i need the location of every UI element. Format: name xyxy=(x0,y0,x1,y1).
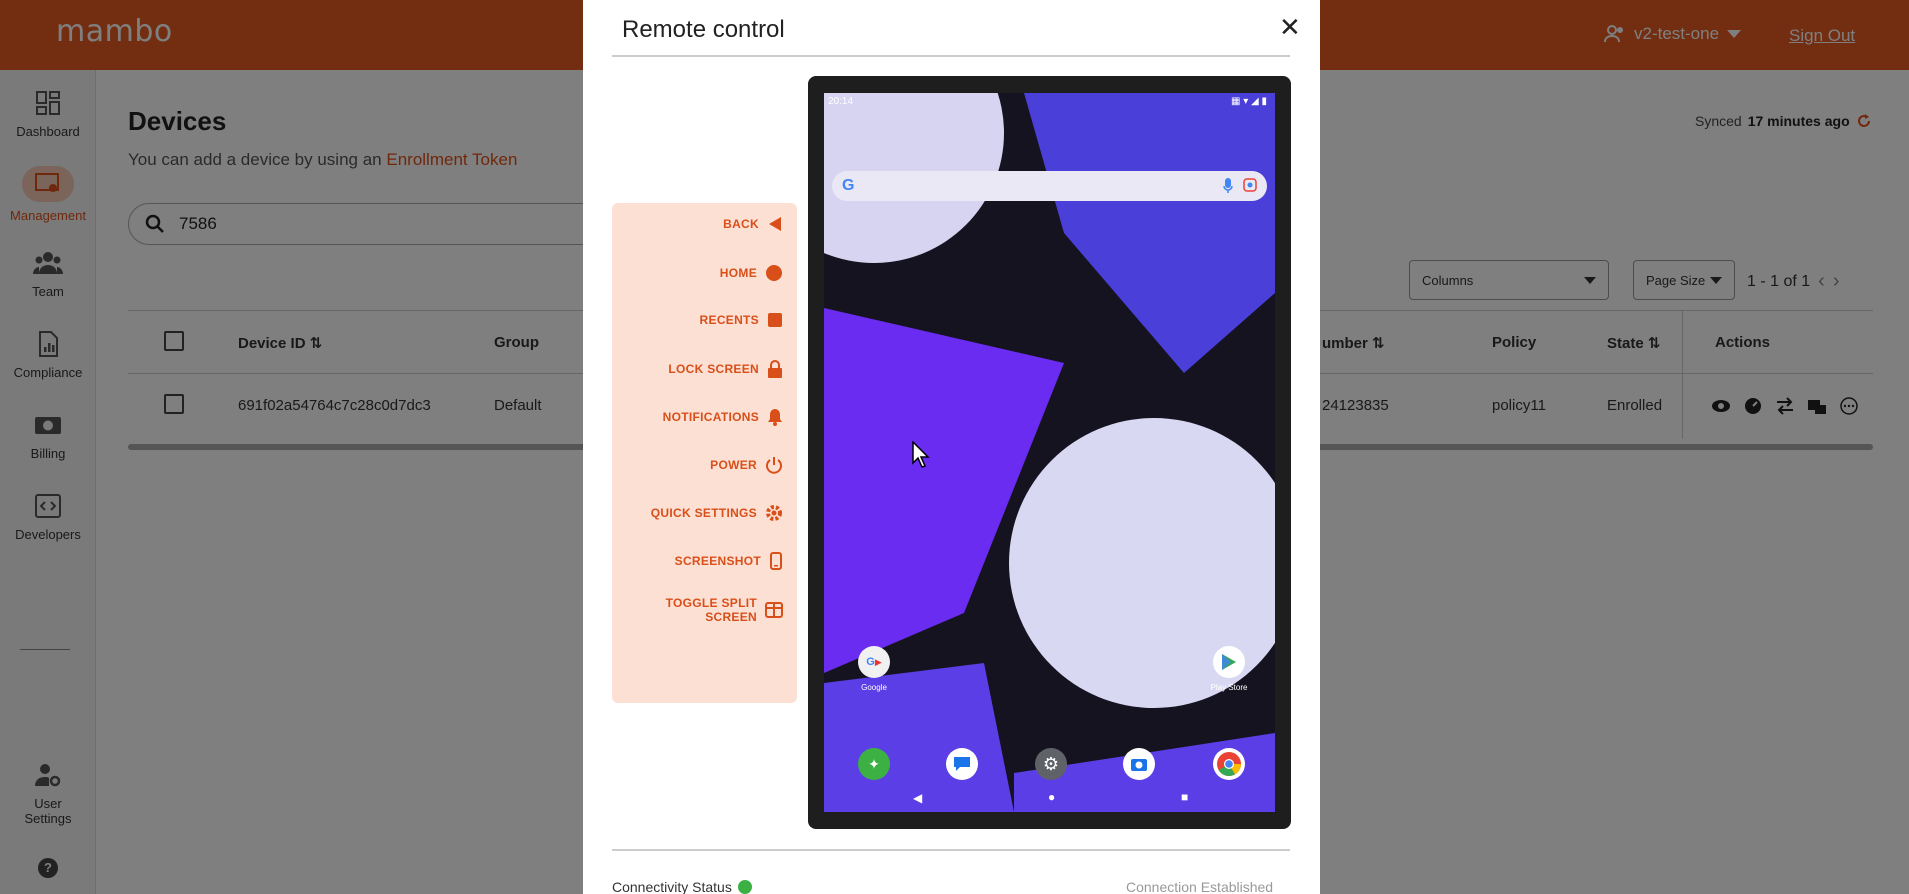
power-button[interactable]: POWER xyxy=(710,456,783,474)
divider xyxy=(612,849,1290,851)
lock-screen-button[interactable]: LOCK SCREEN xyxy=(668,360,783,378)
device-control-panel: BACK HOME RECENTS LOCK SCREEN NOTIFICATI… xyxy=(612,203,797,703)
play-store-icon[interactable] xyxy=(1213,646,1245,678)
back-label: BACK xyxy=(723,217,759,231)
lens-icon[interactable] xyxy=(1243,178,1257,192)
device-screen[interactable]: 20:14 ▦ ▾ ◢ ▮ G G ▶ Google Play Store ✦ ⚙… xyxy=(824,93,1275,812)
device-status-bar: 20:14 ▦ ▾ ◢ ▮ xyxy=(824,93,1275,111)
bell-icon xyxy=(768,409,782,426)
connectivity-status: Connectivity Status xyxy=(612,879,752,894)
power-icon xyxy=(766,457,782,474)
connectivity-label: Connectivity Status xyxy=(612,879,732,894)
back-triangle-icon xyxy=(769,217,781,231)
device-frame: 20:14 ▦ ▾ ◢ ▮ G G ▶ Google Play Store ✦ ⚙… xyxy=(808,76,1291,829)
fitness-app-icon[interactable]: ✦ xyxy=(858,748,890,780)
settings-app-icon[interactable]: ⚙ xyxy=(1035,748,1067,780)
app-label: Play Store xyxy=(1210,683,1248,692)
mic-icon[interactable] xyxy=(1223,178,1233,194)
device-back-icon[interactable]: ◀ xyxy=(913,791,922,805)
phone-icon xyxy=(770,552,782,570)
recents-square-icon xyxy=(768,313,782,327)
toggle-split-screen-button[interactable]: TOGGLE SPLIT SCREEN xyxy=(666,596,783,624)
quick-settings-button[interactable]: QUICK SETTINGS xyxy=(651,504,783,522)
notifications-button[interactable]: NOTIFICATIONS xyxy=(663,408,783,426)
lock-label: LOCK SCREEN xyxy=(668,362,759,376)
google-app-icon[interactable]: G ▶ xyxy=(858,646,890,678)
power-label: POWER xyxy=(710,458,757,472)
modal-title: Remote control xyxy=(622,16,785,43)
home-button[interactable]: HOME xyxy=(720,264,783,282)
google-search-bar[interactable]: G xyxy=(832,171,1267,201)
quick-settings-label: QUICK SETTINGS xyxy=(650,506,757,520)
screenshot-label: SCREENSHOT xyxy=(674,554,761,568)
device-recents-icon[interactable]: ■ xyxy=(1181,790,1188,804)
back-button[interactable]: BACK xyxy=(723,216,783,232)
status-dot-icon xyxy=(737,880,752,894)
device-home-icon[interactable]: ● xyxy=(1048,790,1055,804)
status-icons: ▦ ▾ ◢ ▮ xyxy=(1231,96,1267,107)
home-label: HOME xyxy=(719,266,757,280)
gear-icon xyxy=(766,505,782,521)
messages-app-icon[interactable] xyxy=(946,748,978,780)
remote-control-modal: Remote control ✕ BACK HOME RECENTS LOCK … xyxy=(583,0,1320,894)
close-icon[interactable]: ✕ xyxy=(1279,12,1301,43)
recents-button[interactable]: RECENTS xyxy=(700,312,783,328)
connection-status-text: Connection Established xyxy=(1126,879,1274,894)
lock-icon xyxy=(768,360,782,378)
mouse-cursor-icon xyxy=(912,441,930,468)
recents-label: RECENTS xyxy=(699,313,759,327)
split-screen-icon xyxy=(765,602,783,618)
divider xyxy=(612,55,1290,57)
status-time: 20:14 xyxy=(828,96,854,107)
chrome-app-icon[interactable] xyxy=(1213,748,1245,780)
app-label: Google xyxy=(861,683,887,692)
notifications-label: NOTIFICATIONS xyxy=(662,410,759,424)
split-label: TOGGLE SPLIT SCREEN xyxy=(665,596,757,624)
google-logo-icon: G xyxy=(842,177,855,194)
home-circle-icon xyxy=(766,265,782,281)
screenshot-button[interactable]: SCREENSHOT xyxy=(675,552,783,570)
camera-app-icon[interactable] xyxy=(1123,748,1155,780)
